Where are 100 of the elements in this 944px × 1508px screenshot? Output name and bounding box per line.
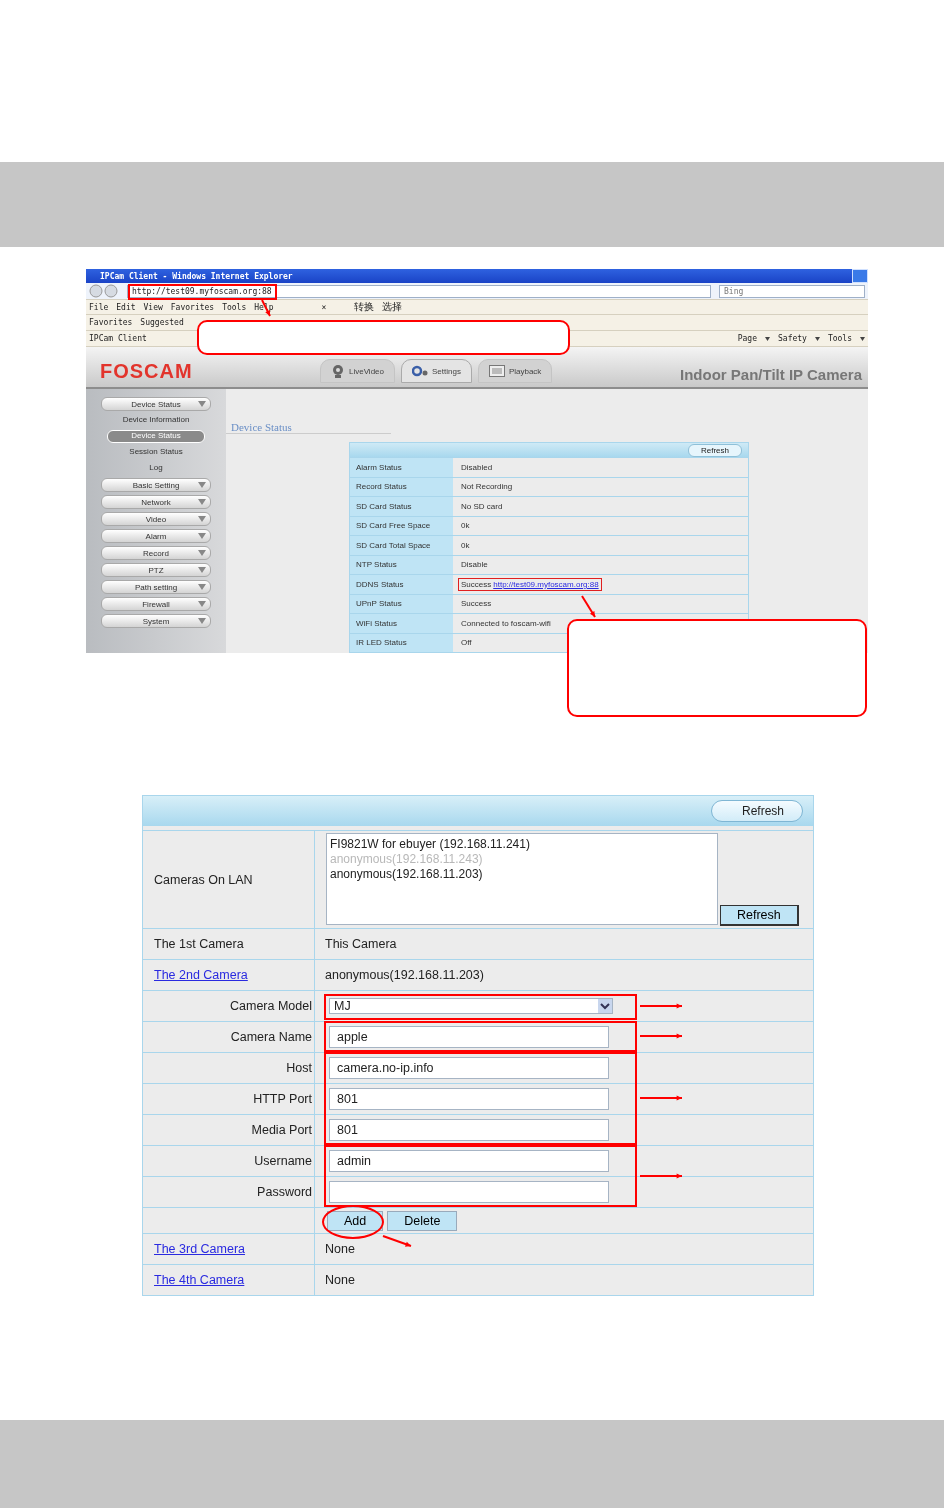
status-label: DDNS Status	[350, 575, 453, 594]
sidebar-item[interactable]: Network	[101, 495, 211, 509]
favorites-item[interactable]: Favorites	[89, 318, 133, 328]
menu-item[interactable]: Favorites	[170, 302, 215, 312]
refresh-button[interactable]: Refresh	[710, 800, 803, 822]
sidebar-item[interactable]: Device Status	[101, 397, 211, 411]
back-forward-icon[interactable]	[89, 284, 119, 298]
menu-item[interactable]: Tools	[222, 302, 247, 312]
status-text: Success	[461, 579, 492, 589]
status-text: 0k	[461, 521, 470, 531]
field-label: Cameras On LAN	[143, 831, 315, 928]
input-field[interactable]: 801	[329, 1119, 609, 1141]
status-text: Success	[461, 599, 492, 609]
field-label: Camera Model	[143, 991, 315, 1021]
camera-list-item[interactable]: anonymous(192.168.11.203)	[330, 867, 714, 882]
status-label: UPnP Status	[350, 594, 453, 613]
camera-list-item[interactable]: FI9821W for ebuyer (192.168.11.241)	[330, 837, 714, 852]
caret-icon	[860, 336, 865, 341]
sidebar-item[interactable]: Alarm	[101, 529, 211, 543]
sidebar-item[interactable]: Record	[101, 546, 211, 560]
page-title: Device Status	[226, 421, 391, 434]
nav-tab[interactable]: LiveVideo	[320, 359, 395, 383]
field-value: This Camera	[325, 937, 397, 951]
caret-icon	[198, 516, 206, 522]
input-field[interactable]: camera.no-ip.info	[329, 1057, 609, 1079]
toolbar-item[interactable]: 选择	[382, 300, 403, 315]
refresh-button[interactable]: Refresh	[720, 905, 799, 926]
status-text: Not Recording	[461, 482, 513, 492]
nav-tab[interactable]: Settings	[401, 359, 472, 383]
caret-icon	[765, 336, 770, 341]
menu-item[interactable]: View	[143, 302, 163, 312]
field-value: None	[325, 1242, 355, 1256]
field-label: HTTP Port	[143, 1084, 315, 1114]
status-text: Disabled	[461, 462, 493, 472]
favorites-item[interactable]: Suggested	[140, 318, 184, 328]
sidebar-subitem[interactable]: Device Information	[107, 414, 205, 427]
camera-model-select[interactable]: MJ	[329, 998, 613, 1014]
command-menu[interactable]: Safety	[778, 334, 807, 344]
action-button[interactable]: Add	[327, 1210, 384, 1231]
status-label: SD Card Free Space	[350, 516, 453, 535]
field-label: Username	[143, 1146, 315, 1176]
sidebar-item[interactable]: Video	[101, 512, 211, 526]
camera-icon	[331, 364, 345, 378]
status-label: WiFi Status	[350, 614, 453, 633]
input-field[interactable]: apple	[329, 1026, 609, 1048]
caret-icon	[814, 336, 820, 341]
caret-icon	[198, 401, 206, 407]
caret-icon	[198, 601, 206, 607]
field-label: Media Port	[143, 1115, 315, 1145]
status-text: No SD card	[461, 501, 503, 511]
browser-tab[interactable]: IPCam Client	[89, 334, 147, 344]
input-field[interactable]: 801	[329, 1088, 609, 1110]
camera-link[interactable]: The 4th Camera	[154, 1273, 245, 1287]
field-label: Host	[143, 1053, 315, 1083]
status-text: Disable	[461, 560, 488, 570]
sidebar-item[interactable]: Path setting	[101, 580, 211, 594]
caret-icon	[198, 482, 206, 488]
search-field[interactable]: Bing	[719, 284, 865, 298]
sidebar-item[interactable]: Basic Setting	[101, 478, 211, 492]
field-value: None	[325, 1273, 355, 1287]
field-label: Camera Name	[143, 1022, 315, 1052]
menu-item[interactable]: Edit	[116, 302, 136, 312]
caret-icon	[198, 618, 206, 624]
input-field[interactable]: admin	[329, 1150, 609, 1172]
close-tab-mark[interactable]: ×	[321, 302, 327, 312]
menu-item[interactable]: File	[89, 302, 109, 312]
action-button[interactable]: Delete	[387, 1210, 458, 1231]
status-text: Connected to foscam-wifi	[461, 618, 551, 628]
sidebar-item[interactable]: Firewall	[101, 597, 211, 611]
sidebar-subitem[interactable]: Log	[107, 462, 205, 475]
address-field[interactable]: http://test09.myfoscam.org:88	[127, 284, 711, 298]
camera-link[interactable]: The 3rd Camera	[154, 1242, 245, 1256]
field-label: Password	[143, 1177, 315, 1207]
film-icon	[488, 365, 505, 377]
status-label: SD Card Status	[350, 497, 453, 516]
minimize-button[interactable]	[852, 269, 868, 283]
status-label: NTP Status	[350, 555, 453, 574]
nav-tab[interactable]: Playback	[477, 359, 553, 383]
dropdown-icon	[598, 999, 612, 1013]
product-name: Indoor Pan/Tilt IP Camera	[680, 366, 862, 383]
command-menu[interactable]: Tools	[827, 334, 852, 344]
command-menu[interactable]: Page	[737, 334, 757, 344]
window-title: IPCam Client - Windows Internet Explorer	[86, 269, 868, 283]
status-text: 0k	[461, 540, 470, 550]
ddns-link[interactable]: http://test09.myfoscam.org:88	[493, 579, 599, 589]
toolbar-item[interactable]: 转换	[354, 300, 375, 315]
refresh-button[interactable]: Refresh	[688, 443, 742, 457]
camera-link[interactable]: The 2nd Camera	[154, 968, 248, 982]
caret-icon	[198, 584, 206, 590]
input-field[interactable]	[329, 1181, 609, 1203]
field-label: The 1st Camera	[154, 937, 244, 951]
gear-icon	[412, 365, 428, 377]
foscam-logo: FOSCAM	[100, 360, 194, 383]
field-value: anonymous(192.168.11.203)	[325, 968, 484, 982]
sidebar-subitem[interactable]: Session Status	[107, 446, 205, 459]
caret-icon	[198, 533, 206, 539]
sidebar-item[interactable]: PTZ	[101, 563, 211, 577]
sidebar-item[interactable]: System	[101, 614, 211, 628]
status-label: Record Status	[350, 477, 453, 496]
caret-icon	[198, 567, 206, 573]
